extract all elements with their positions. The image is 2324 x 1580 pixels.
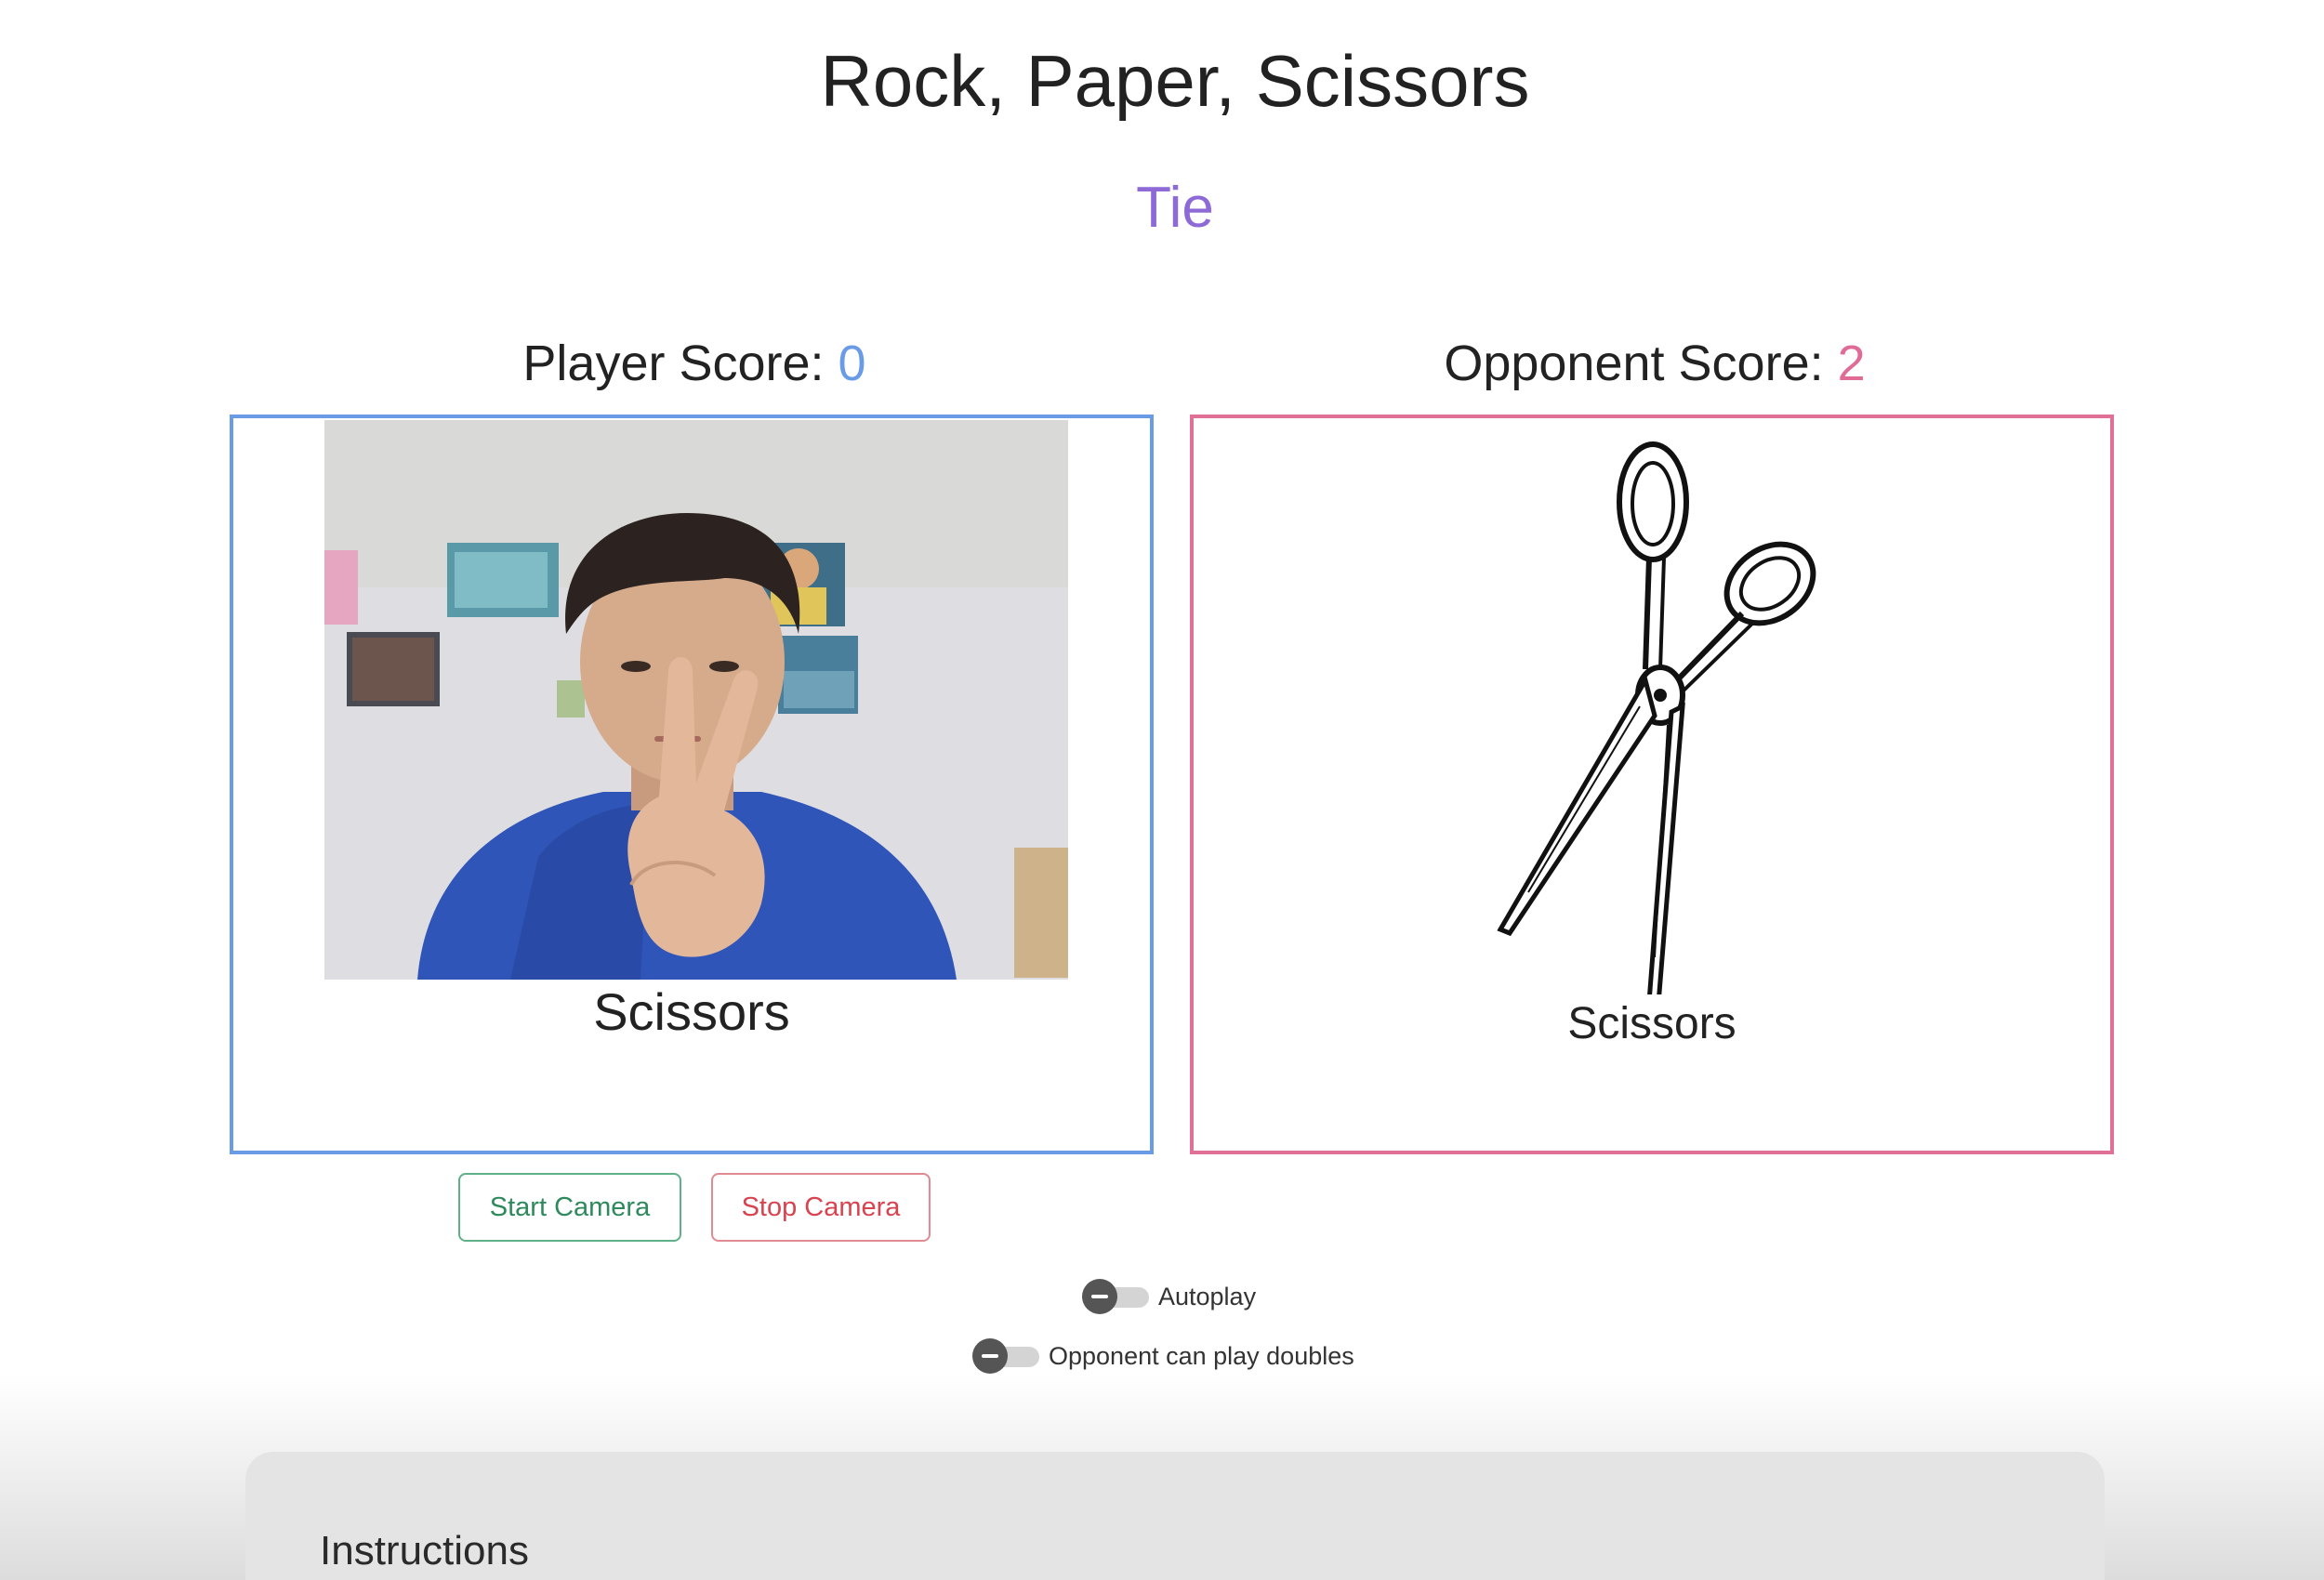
start-camera-button[interactable]: Start Camera <box>458 1173 681 1242</box>
opponent-panel: Scissors <box>1190 415 2114 1154</box>
stop-camera-button[interactable]: Stop Camera <box>711 1173 931 1242</box>
autoplay-label: Autoplay <box>1158 1282 1257 1310</box>
player-score-label: Player Score: <box>522 336 825 391</box>
player-panel: Scissors <box>230 415 1154 1154</box>
toggle-knob <box>1082 1279 1117 1314</box>
instructions-title: Instructions <box>320 1528 529 1573</box>
round-result: Tie <box>1136 176 1214 240</box>
doubles-toggle-row: Opponent can play doubles <box>972 1338 1354 1374</box>
webcam-feed <box>324 420 1068 980</box>
page-title: Rock, Paper, Scissors <box>820 40 1530 122</box>
player-score-value: 0 <box>838 336 866 391</box>
opponent-score: Opponent Score: 2 <box>1190 335 2119 392</box>
autoplay-toggle[interactable] <box>1082 1279 1149 1314</box>
instructions-card: Instructions <box>245 1452 2105 1580</box>
opponent-score-label: Opponent Score: <box>1444 336 1824 391</box>
scissors-icon <box>1380 437 1937 1007</box>
doubles-label: Opponent can play doubles <box>1049 1341 1354 1370</box>
autoplay-toggle-row: Autoplay <box>1082 1279 1256 1314</box>
toggle-knob <box>972 1338 1008 1374</box>
webcam-image <box>324 420 1068 980</box>
player-choice: Scissors <box>593 982 790 1041</box>
player-score: Player Score: 0 <box>230 335 1159 392</box>
opponent-choice: Scissors <box>1567 999 1736 1048</box>
doubles-toggle[interactable] <box>972 1338 1039 1374</box>
game-page: Rock, Paper, Scissors Tie Player Score: … <box>0 0 2324 1580</box>
opponent-score-value: 2 <box>1837 336 1866 391</box>
